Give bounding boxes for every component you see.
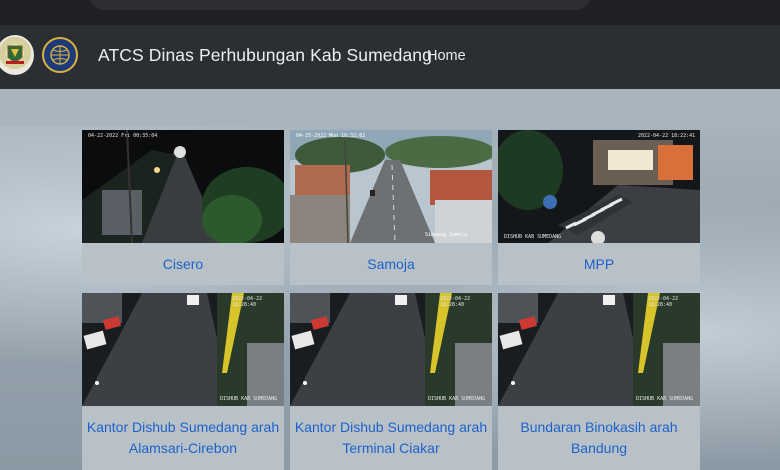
browser-top-bar bbox=[0, 0, 780, 25]
camera-card-samoja[interactable]: 04-25-2022 Mon 16:32:02 Simpang Samoja S… bbox=[290, 130, 492, 285]
camera-card-bundaran-binokasih[interactable]: 2022-04-22 18:28:40 DISHUB KAB SUMEDANG … bbox=[498, 293, 700, 470]
camera-title-link[interactable]: MPP bbox=[498, 254, 700, 275]
camera-caption: DISHUB KAB SUMEDANG bbox=[220, 396, 278, 402]
camera-card-cisero[interactable]: 04-22-2022 Fri 00:35:04 Cisero bbox=[82, 130, 284, 285]
camera-timestamp: 04-22-2022 Fri 00:35:04 bbox=[88, 133, 158, 139]
camera-title-link[interactable]: Samoja bbox=[290, 254, 492, 275]
camera-caption: Simpang Samoja bbox=[425, 232, 468, 238]
camera-timestamp: 2022-04-22 18:28:40 bbox=[232, 296, 263, 308]
camera-feed-thumbnail[interactable]: 2022-04-22 18:28:40 DISHUB KAB SUMEDANG bbox=[290, 293, 492, 406]
camera-card-kantor-dishub-ciakar[interactable]: 2022-04-22 18:28:40 DISHUB KAB SUMEDANG … bbox=[290, 293, 492, 470]
nav-home-link[interactable]: Home bbox=[427, 48, 466, 64]
camera-caption: DISHUB KAB SUMEDANG bbox=[504, 234, 562, 240]
camera-feed-thumbnail[interactable]: 04-22-2022 Fri 00:35:04 bbox=[82, 130, 284, 243]
camera-card-mpp[interactable]: 2022-04-22 18:22:41 DISHUB KAB SUMEDANG … bbox=[498, 130, 700, 285]
camera-timestamp: 04-25-2022 Mon 16:32:02 bbox=[296, 133, 366, 139]
site-brand[interactable]: ATCS Dinas Perhubungan Kab Sumedang bbox=[98, 45, 432, 66]
camera-title-link[interactable]: Kantor Dishub Sumedang arah Terminal Cia… bbox=[290, 417, 492, 459]
camera-title-link[interactable]: Cisero bbox=[82, 254, 284, 275]
navbar: ATCS Dinas Perhubungan Kab Sumedang Home bbox=[0, 25, 780, 89]
camera-feed-thumbnail[interactable]: 2022-04-22 18:28:40 DISHUB KAB SUMEDANG bbox=[498, 293, 700, 406]
camera-caption: DISHUB KAB SUMEDANG bbox=[428, 396, 486, 402]
dishub-emblem-icon[interactable] bbox=[42, 37, 78, 73]
camera-title-link[interactable]: Bundaran Binokasih arah Bandung bbox=[498, 417, 700, 459]
camera-title-link[interactable]: Kantor Dishub Sumedang arah Alamsari-Cir… bbox=[82, 417, 284, 459]
camera-timestamp: 2022-04-22 18:28:40 bbox=[648, 296, 679, 308]
camera-caption: DISHUB KAB SUMEDANG bbox=[636, 396, 694, 402]
camera-timestamp: 2022-04-22 18:28:40 bbox=[440, 296, 471, 308]
sumedang-regency-emblem-icon[interactable] bbox=[0, 35, 34, 75]
camera-feed-thumbnail[interactable]: 2022-04-22 18:28:40 DISHUB KAB SUMEDANG bbox=[82, 293, 284, 406]
camera-timestamp: 2022-04-22 18:22:41 bbox=[638, 133, 696, 139]
browser-address-bar[interactable] bbox=[90, 0, 590, 10]
camera-card-kantor-dishub-alamsari[interactable]: 2022-04-22 18:28:40 DISHUB KAB SUMEDANG … bbox=[82, 293, 284, 470]
camera-feed-thumbnail[interactable]: 04-25-2022 Mon 16:32:02 Simpang Samoja bbox=[290, 130, 492, 243]
header-spacer bbox=[0, 89, 780, 126]
camera-feed-thumbnail[interactable]: 2022-04-22 18:22:41 DISHUB KAB SUMEDANG bbox=[498, 130, 700, 243]
